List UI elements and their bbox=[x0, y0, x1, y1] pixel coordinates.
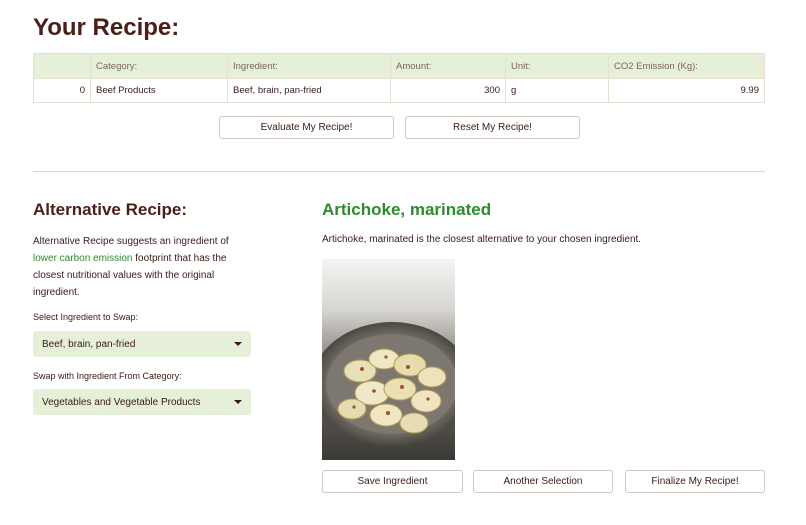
alternative-recipe-description: Alternative Recipe suggests an ingredien… bbox=[33, 233, 248, 301]
swap-category-label: Swap with Ingredient From Category: bbox=[33, 371, 182, 381]
reset-recipe-button[interactable]: Reset My Recipe! bbox=[405, 116, 580, 139]
category-cell[interactable]: Beef Products bbox=[91, 79, 228, 102]
evaluate-recipe-button[interactable]: Evaluate My Recipe! bbox=[219, 116, 394, 139]
column-header-co2[interactable]: CO2 Emission (Kg): bbox=[609, 54, 764, 78]
swap-ingredient-value: Beef, brain, pan-fried bbox=[42, 338, 136, 350]
another-selection-button[interactable]: Another Selection bbox=[473, 470, 613, 493]
table-row[interactable]: 0 Beef Products Beef, brain, pan-fried 3… bbox=[34, 78, 764, 102]
page: Your Recipe: Category: Ingredient: Amoun… bbox=[0, 0, 806, 525]
column-header-amount[interactable]: Amount: bbox=[391, 54, 506, 78]
chevron-down-icon bbox=[234, 400, 242, 404]
artichoke-photo-illustration bbox=[322, 259, 455, 460]
section-divider bbox=[33, 171, 765, 172]
ingredient-cell[interactable]: Beef, brain, pan-fried bbox=[228, 79, 391, 102]
save-ingredient-button[interactable]: Save Ingredient bbox=[322, 470, 463, 493]
swap-category-select[interactable]: Vegetables and Vegetable Products bbox=[33, 389, 251, 415]
swap-ingredient-select[interactable]: Beef, brain, pan-fried bbox=[33, 331, 251, 357]
column-header-ingredient[interactable]: Ingredient: bbox=[228, 54, 391, 78]
amount-cell[interactable]: 300 bbox=[391, 79, 506, 102]
finalize-recipe-button[interactable]: Finalize My Recipe! bbox=[625, 470, 765, 493]
page-title: Your Recipe: bbox=[33, 14, 180, 41]
lower-carbon-emission-highlight: lower carbon emission bbox=[33, 253, 133, 264]
column-header-category[interactable]: Category: bbox=[91, 54, 228, 78]
co2-cell[interactable]: 9.99 bbox=[609, 79, 764, 102]
recipe-table: Category: Ingredient: Amount: Unit: CO2 … bbox=[33, 53, 765, 103]
unit-cell[interactable]: g bbox=[506, 79, 609, 102]
chevron-down-icon bbox=[234, 342, 242, 346]
alternative-recipe-title: Alternative Recipe: bbox=[33, 200, 187, 219]
row-index-cell: 0 bbox=[34, 79, 91, 102]
alternative-ingredient-title: Artichoke, marinated bbox=[322, 200, 492, 219]
column-header-index bbox=[34, 54, 91, 78]
table-header-row: Category: Ingredient: Amount: Unit: CO2 … bbox=[34, 54, 764, 78]
column-header-unit[interactable]: Unit: bbox=[506, 54, 609, 78]
description-text-start: Alternative Recipe suggests an ingredien… bbox=[33, 236, 229, 247]
swap-ingredient-label: Select Ingredient to Swap: bbox=[33, 312, 139, 322]
swap-category-value: Vegetables and Vegetable Products bbox=[42, 396, 201, 408]
alternative-ingredient-description: Artichoke, marinated is the closest alte… bbox=[322, 234, 642, 245]
artichoke-photo bbox=[322, 259, 455, 460]
